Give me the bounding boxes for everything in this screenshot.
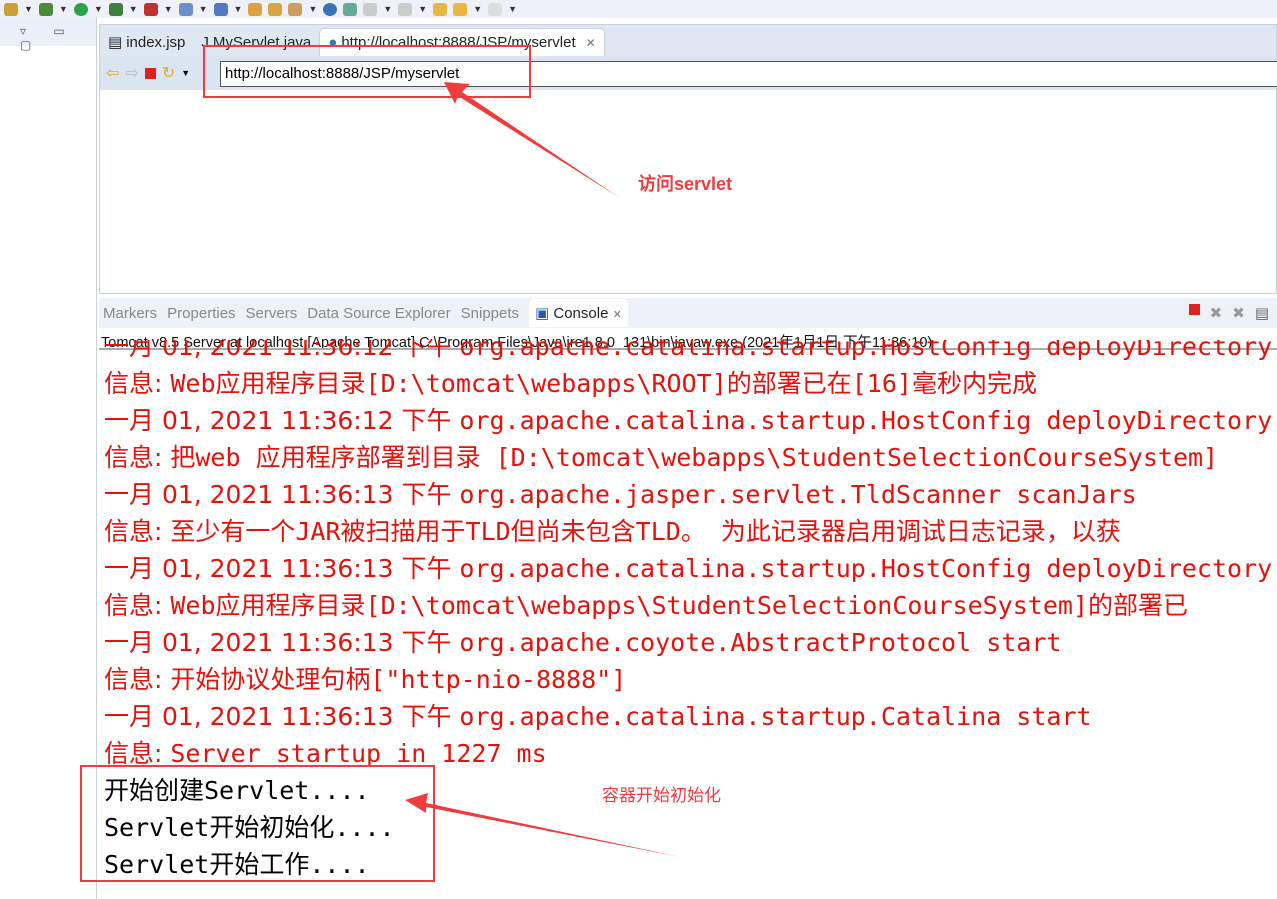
arrow-to-output xyxy=(405,793,680,857)
arrow-to-url xyxy=(444,82,620,198)
annotation-arrows xyxy=(405,82,680,857)
